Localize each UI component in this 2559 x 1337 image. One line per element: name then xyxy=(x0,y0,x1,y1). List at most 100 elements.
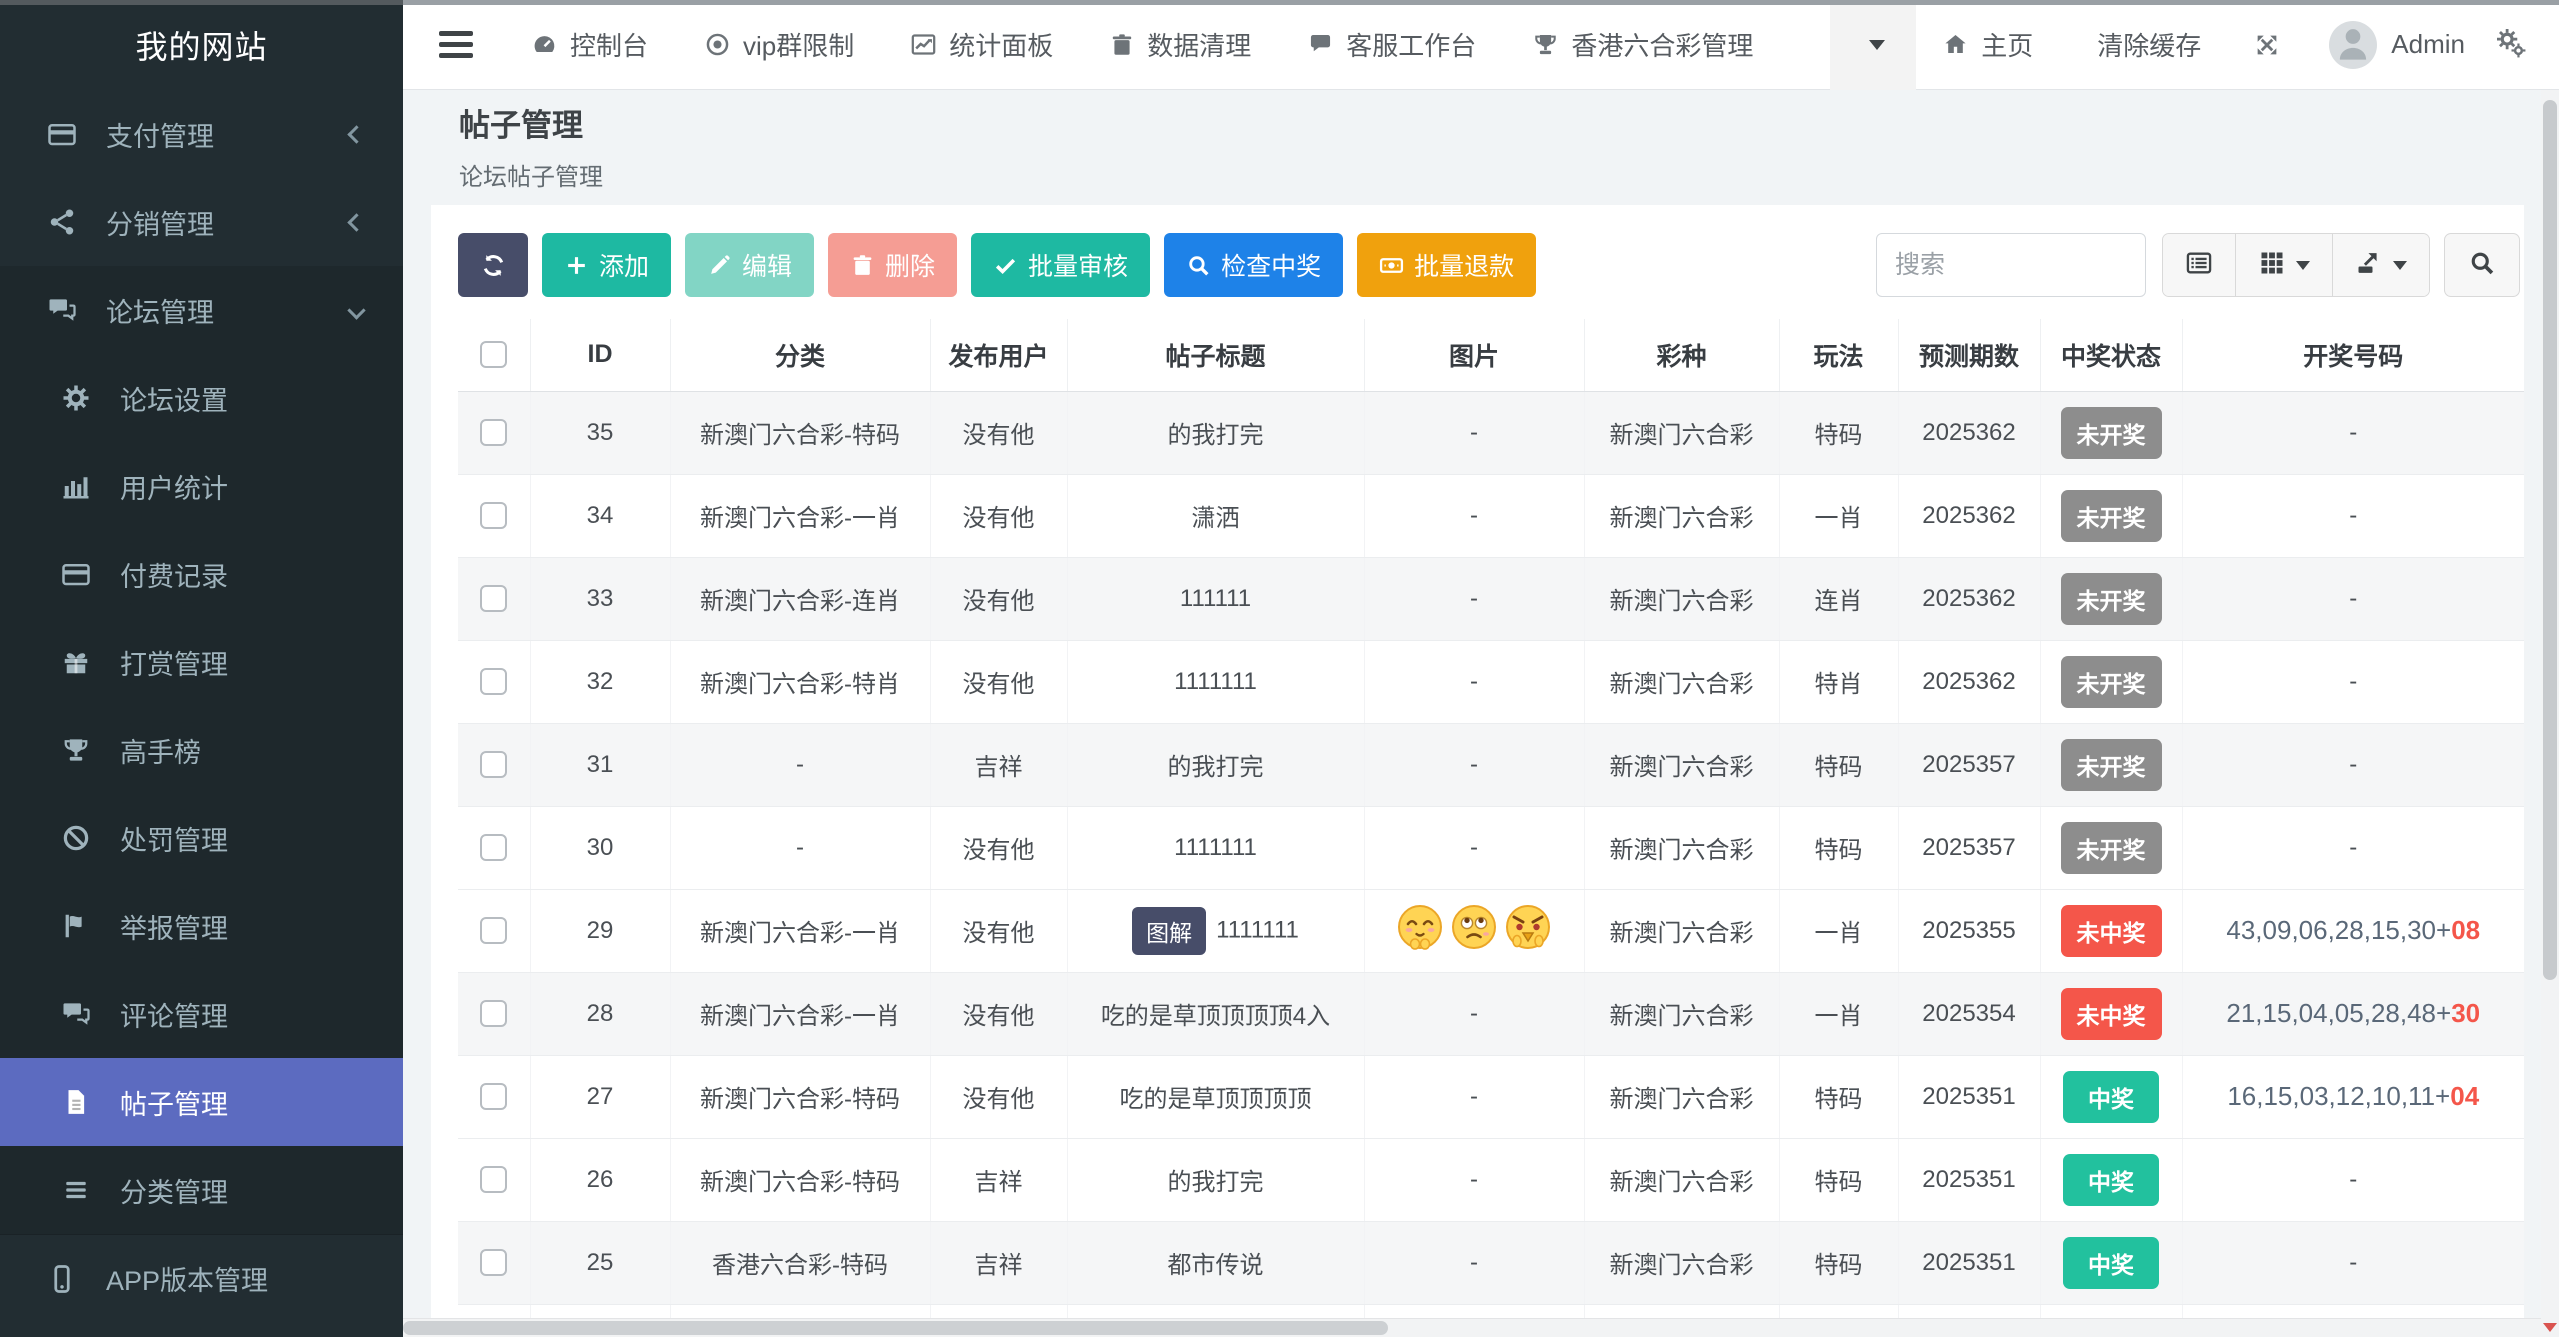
credit-card-icon xyxy=(42,119,82,149)
checkbox-cell xyxy=(458,806,530,889)
nav-item-service-desk[interactable]: 客服工作台 xyxy=(1279,0,1504,90)
id-cell: 31 xyxy=(530,723,670,806)
button-label: 删除 xyxy=(885,247,935,283)
nav-item-data-clean[interactable]: 数据清理 xyxy=(1081,0,1279,90)
sidebar-item-reward-mgmt[interactable]: 打赏管理 xyxy=(0,618,403,706)
draw-numbers: 21,15,04,05,28,48+ xyxy=(2226,998,2451,1028)
fullscreen-arrows-icon xyxy=(2253,31,2281,59)
draw-numbers: 16,15,03,12,10,11+ xyxy=(2227,1081,2450,1111)
username[interactable]: Admin xyxy=(2391,29,2465,60)
sidebar-item-app-version[interactable]: APP版本管理 xyxy=(0,1234,403,1322)
refresh-button[interactable] xyxy=(458,233,528,297)
sidebar-item-report-mgmt[interactable]: 举报管理 xyxy=(0,882,403,970)
vertical-scrollbar-thumb[interactable] xyxy=(2543,100,2557,980)
row-checkbox[interactable] xyxy=(480,1000,507,1027)
image-cell: - xyxy=(1364,806,1584,889)
nav-item-console[interactable]: 控制台 xyxy=(503,0,676,90)
period-cell: 2025355 xyxy=(1898,889,2040,972)
user-cell: 没有他 xyxy=(930,889,1067,972)
numbers-cell: 16,15,03,12,10,11+04 xyxy=(2182,1055,2524,1138)
play-cell: 特码 xyxy=(1779,391,1898,474)
lottery-cell: 新澳门六合彩 xyxy=(1584,640,1779,723)
columns-view-button[interactable] xyxy=(2163,234,2236,296)
category-cell: 新澳门六合彩-特肖 xyxy=(670,640,930,723)
category-cell: 新澳门六合彩-一肖 xyxy=(670,889,930,972)
nav-item-hk-lottery[interactable]: 香港六合彩管理 xyxy=(1504,0,1781,90)
checkbox-cell xyxy=(458,1055,530,1138)
batch-audit-button[interactable]: 批量审核 xyxy=(971,233,1150,297)
scrollbar-corner[interactable] xyxy=(2541,1318,2559,1337)
numbers-cell: - xyxy=(2182,1138,2524,1221)
toolbar-right xyxy=(1876,233,2524,297)
status-badge: 未开奖 xyxy=(2061,490,2162,542)
sidebar-item-user-stats[interactable]: 用户统计 xyxy=(0,442,403,530)
home-link[interactable]: 主页 xyxy=(1916,0,2059,90)
clear-cache-link[interactable]: 清除缓存 xyxy=(2059,0,2227,90)
row-checkbox[interactable] xyxy=(480,668,507,695)
status-cell: 未中奖 xyxy=(2040,889,2182,972)
batch-refund-button[interactable]: 批量退款 xyxy=(1357,233,1536,297)
sidebar-item-category-mgmt[interactable]: 分类管理 xyxy=(0,1146,403,1234)
sidebar-item-comment-mgmt[interactable]: 评论管理 xyxy=(0,970,403,1058)
sidebar-toggle-icon[interactable] xyxy=(439,31,473,58)
sidebar-item-expert-rank[interactable]: 高手榜 xyxy=(0,706,403,794)
id-cell: 34 xyxy=(530,474,670,557)
user-avatar[interactable] xyxy=(2329,21,2377,69)
title-cell: 都市传说 xyxy=(1067,1221,1364,1304)
sidebar-item-pay-records[interactable]: 付费记录 xyxy=(0,530,403,618)
nav-item-vip-limit[interactable]: vip群限制 xyxy=(676,0,882,90)
row-checkbox[interactable] xyxy=(480,751,507,778)
check-win-button[interactable]: 检查中奖 xyxy=(1164,233,1343,297)
trash-icon xyxy=(850,253,875,278)
grid-view-button[interactable] xyxy=(2236,234,2333,296)
sidebar-item-label: APP版本管理 xyxy=(106,1259,363,1298)
row-checkbox[interactable] xyxy=(480,1083,507,1110)
table-row: 34新澳门六合彩-一肖没有他潇洒-新澳门六合彩一肖2025362未开奖- xyxy=(458,474,2524,557)
post-title: 的我打完 xyxy=(1168,754,1264,781)
nav-item-label: 数据清理 xyxy=(1147,26,1251,63)
sidebar-item-forum[interactable]: 论坛管理 xyxy=(0,266,403,354)
image-cell xyxy=(1364,889,1584,972)
row-checkbox[interactable] xyxy=(480,419,507,446)
row-checkbox[interactable] xyxy=(480,502,507,529)
search-input[interactable] xyxy=(1876,233,2146,297)
delete-button[interactable]: 删除 xyxy=(828,233,957,297)
row-checkbox[interactable] xyxy=(480,585,507,612)
select-all-checkbox[interactable] xyxy=(480,341,507,368)
sidebar-item-forum-settings[interactable]: 论坛设置 xyxy=(0,354,403,442)
quick-menu-dropdown[interactable] xyxy=(1830,0,1916,90)
row-checkbox[interactable] xyxy=(480,1166,507,1193)
lottery-cell: 新澳门六合彩 xyxy=(1584,889,1779,972)
row-checkbox[interactable] xyxy=(480,917,507,944)
nav-item-label: 客服工作台 xyxy=(1346,26,1476,63)
nav-item-label: 香港六合彩管理 xyxy=(1571,26,1753,63)
sidebar-item-distribution[interactable]: 分销管理 xyxy=(0,178,403,266)
play-cell: 一肖 xyxy=(1779,889,1898,972)
lottery-cell: 新澳门六合彩 xyxy=(1584,1221,1779,1304)
search-button[interactable] xyxy=(2444,233,2520,297)
dashboard-icon xyxy=(531,31,558,58)
edit-button[interactable]: 编辑 xyxy=(685,233,814,297)
horizontal-scrollbar-thumb[interactable] xyxy=(403,1321,1388,1335)
user-cell: 没有他 xyxy=(930,557,1067,640)
category-cell: - xyxy=(670,723,930,806)
sidebar-item-post-mgmt[interactable]: 帖子管理 xyxy=(0,1058,403,1146)
nav-item-stats-panel[interactable]: 统计面板 xyxy=(882,0,1081,90)
status-badge: 未开奖 xyxy=(2061,407,2162,459)
sidebar-item-punish-mgmt[interactable]: 处罚管理 xyxy=(0,794,403,882)
sidebar-item-payment[interactable]: 支付管理 xyxy=(0,90,403,178)
fullscreen-button[interactable] xyxy=(2227,0,2307,90)
export-button[interactable] xyxy=(2333,234,2429,296)
add-button[interactable]: 添加 xyxy=(542,233,671,297)
row-checkbox[interactable] xyxy=(480,834,507,861)
row-checkbox[interactable] xyxy=(480,1249,507,1276)
numbers-cell: - xyxy=(2182,806,2524,889)
sidebar-item-label: 高手榜 xyxy=(120,731,363,770)
site-logo[interactable]: 我的网站 xyxy=(0,0,403,90)
title-cell: 图解1111111 xyxy=(1067,889,1364,972)
settings-gears-icon[interactable] xyxy=(2491,29,2559,61)
bonus-number: 04 xyxy=(2450,1081,2479,1111)
select-all-header-cell xyxy=(458,319,530,391)
image-explain-badge: 图解 xyxy=(1132,907,1206,955)
id-cell: 25 xyxy=(530,1221,670,1304)
